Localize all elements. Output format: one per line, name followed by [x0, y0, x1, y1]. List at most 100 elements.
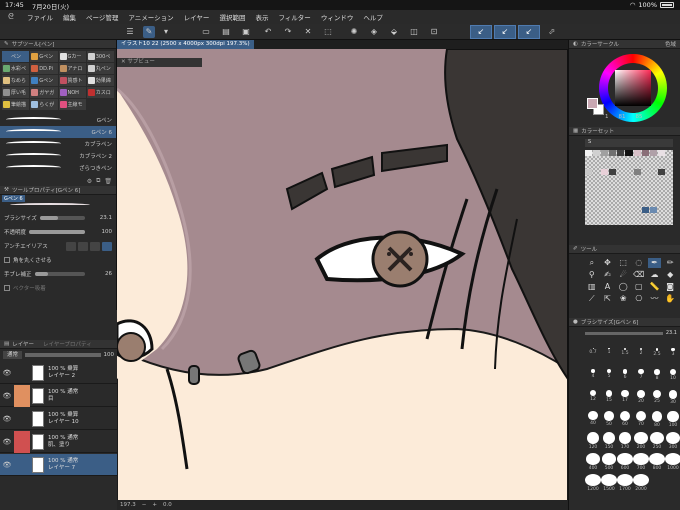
color-set-select[interactable]: S [585, 139, 673, 147]
pen-tool-icon[interactable]: ✒ [647, 258, 662, 268]
correct-line-icon[interactable]: ⟋ [585, 294, 599, 304]
color-swatch[interactable] [625, 150, 633, 156]
blend-mode-select[interactable]: 通常 [3, 351, 23, 359]
brush-size-option[interactable]: 10 [665, 369, 680, 387]
aa-none[interactable] [66, 241, 76, 251]
subtool-item[interactable]: Gカー [58, 51, 86, 62]
layout-icon[interactable]: ▾ [160, 26, 172, 38]
brush-size-option[interactable]: 400 [585, 453, 601, 471]
layer-opacity-slider[interactable] [25, 353, 101, 357]
move-tool-icon[interactable]: ✥ [601, 258, 615, 268]
brush-size-option[interactable]: 80 [649, 411, 665, 429]
color-swatch[interactable] [617, 207, 624, 213]
color-swatch[interactable] [642, 169, 649, 175]
artwork-canvas[interactable]: ✕ サブビュー [117, 49, 568, 500]
color-swatch[interactable] [617, 150, 625, 156]
menu-selection[interactable]: 選択範囲 [214, 12, 250, 22]
gradient-icon[interactable]: ▥ [585, 282, 599, 292]
zoom-value[interactable]: 197.3 [120, 502, 136, 508]
brush-size-option[interactable]: 500 [601, 453, 617, 471]
menu-animation[interactable]: アニメーション [123, 12, 178, 22]
subtool-item[interactable]: アナロ [58, 63, 86, 74]
subtool-item[interactable]: 水彩ペ [2, 63, 30, 74]
subtool-item[interactable]: ガヤガ [30, 87, 58, 98]
brush-size-option[interactable]: 800 [649, 453, 665, 471]
brush-size-option[interactable]: 600 [617, 453, 633, 471]
layer-row[interactable]: 👁 100 % 通常目 [0, 384, 117, 407]
color-swatch[interactable] [649, 150, 657, 156]
brush-size-option[interactable]: 1500 [601, 474, 617, 492]
color-swatch[interactable] [642, 188, 649, 194]
color-swatch[interactable] [585, 169, 593, 175]
color-swatch[interactable] [625, 207, 632, 213]
brush-size-option[interactable]: 1 [601, 348, 617, 366]
eye-icon[interactable]: 👁 [0, 438, 14, 446]
menu-help[interactable]: ヘルプ [358, 12, 388, 22]
color-swatch[interactable] [601, 150, 609, 156]
color-swatch[interactable] [657, 150, 665, 156]
color-swatch[interactable] [658, 207, 665, 213]
aa-medium[interactable] [90, 241, 100, 251]
canvas-tab[interactable]: イラスト10 22 (2500 x 4000px 300dpi 197.3%) [117, 40, 254, 49]
grid-snap-icon[interactable]: ↙ [518, 25, 540, 39]
brush-size-row[interactable]: ブラシサイズ 23.1 [0, 211, 116, 225]
brush-size-mini-slider[interactable] [585, 331, 663, 335]
special-ruler-icon[interactable]: ↙ [494, 25, 516, 39]
brush-size-option[interactable]: 170 [617, 432, 633, 450]
brush-size-option[interactable]: 120 [585, 432, 601, 450]
select-tool-icon[interactable]: ⬚ [616, 258, 630, 268]
clear-icon[interactable]: ✕ [302, 26, 314, 38]
color-swatch[interactable] [650, 188, 657, 194]
undo-icon[interactable]: ↶ [262, 26, 274, 38]
color-set-grid[interactable] [585, 150, 673, 225]
balloon-tool-icon[interactable]: ◙ [663, 282, 677, 292]
eyedropper-icon[interactable]: ⚲ [585, 270, 599, 280]
subtool-item[interactable]: Gペン [30, 51, 58, 62]
color-swatch[interactable] [658, 188, 665, 194]
color-swatch[interactable] [617, 188, 624, 194]
subtool-item[interactable]: DD.Pi [30, 63, 58, 74]
eraser-icon[interactable]: ⌫ [632, 270, 646, 280]
brush-size-option[interactable]: 2000 [633, 474, 649, 492]
liquify-icon[interactable]: 〰 [648, 294, 662, 304]
zoom-in-icon[interactable]: + [152, 502, 157, 508]
color-swatch[interactable] [585, 207, 592, 213]
fill-tool-icon[interactable]: ◆ [663, 270, 677, 280]
layer-row[interactable]: 👁 100 % 乗算 レイヤー 2 [0, 362, 117, 384]
open-icon[interactable]: ▤ [220, 26, 232, 38]
brush-item[interactable]: カブラペン 2 [0, 150, 116, 162]
brush-size-option[interactable]: 60 [617, 411, 633, 429]
brush-size-option[interactable]: 4 [585, 369, 601, 387]
brush-size-option[interactable]: 250 [649, 432, 665, 450]
subview-tab[interactable]: ✕ サブビュー [117, 58, 202, 67]
opacity-slider[interactable] [29, 230, 85, 234]
menu-filter[interactable]: フィルター [273, 12, 315, 22]
transform-icon[interactable]: ⬚ [322, 26, 334, 38]
brush-size-option[interactable]: 20 [633, 390, 649, 408]
brush-size-option[interactable]: 12 [585, 390, 601, 408]
subtool-item[interactable]: Gペン [30, 75, 58, 86]
bucket-icon[interactable]: ⬙ [388, 26, 400, 38]
fill-icon[interactable]: ◈ [368, 26, 380, 38]
brush-size-slider[interactable] [39, 216, 85, 220]
color-swatch[interactable] [593, 169, 600, 175]
aa-weak[interactable] [78, 241, 88, 251]
brush-size-option[interactable]: 8 [649, 369, 665, 387]
figure-tool-icon[interactable]: ◯ [616, 282, 630, 292]
color-swatch[interactable] [634, 188, 641, 194]
zoom-tool-icon[interactable]: ⌕ [585, 258, 599, 268]
color-swatch[interactable] [666, 150, 673, 156]
brush-size-option[interactable]: 70 [633, 411, 649, 429]
brush-size-option[interactable]: 0.7 [585, 348, 601, 366]
brush-size-option[interactable]: 30 [665, 390, 680, 408]
menu-layer[interactable]: レイヤー [179, 12, 215, 22]
quick-access-icon[interactable]: ⬀ [546, 26, 558, 38]
brush-size-option[interactable]: 200 [633, 432, 649, 450]
menu-page[interactable]: ページ管理 [81, 12, 123, 22]
color-swatch[interactable] [609, 169, 617, 175]
saturation-value-square[interactable] [615, 70, 651, 106]
brush-size-option[interactable]: 300 [665, 432, 680, 450]
color-swatch[interactable] [617, 169, 624, 175]
brush-size-option[interactable]: 2.5 [649, 348, 665, 366]
color-swatch[interactable] [601, 169, 609, 175]
